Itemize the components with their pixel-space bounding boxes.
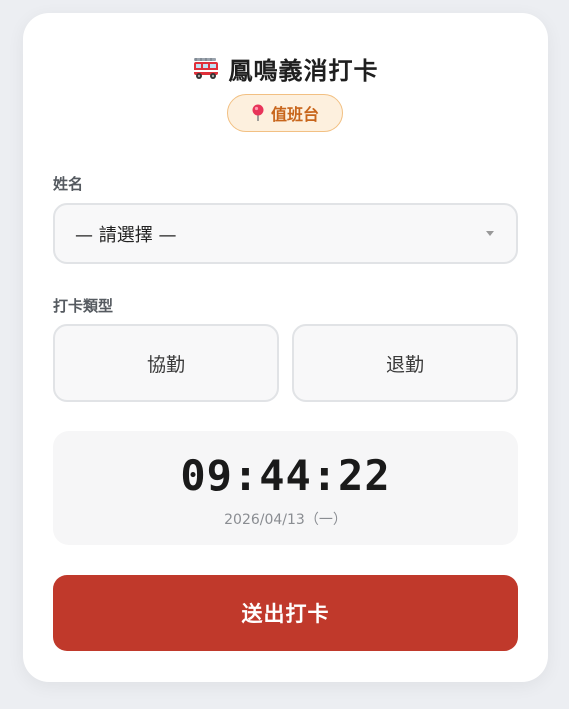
pin-icon — [251, 104, 265, 122]
role-badge: 值班台 — [227, 94, 343, 132]
clock-panel: 09:44:22 2026/04/13（一） — [53, 431, 518, 545]
chevron-down-icon — [486, 231, 494, 236]
name-select-value: — 請選擇 — — [75, 224, 177, 246]
badge-label: 值班台 — [270, 105, 319, 124]
name-field-label: 姓名 — [53, 175, 84, 193]
submit-punch-button[interactable]: 送出打卡 — [53, 575, 518, 651]
header: 鳳鳴義消打卡 — [23, 53, 548, 85]
punch-type-on-duty-button[interactable]: 協勤 — [53, 324, 279, 402]
punch-card: 鳳鳴義消打卡 值班台 姓名 — 請選擇 — 打卡類型 協勤 退勤 09:44:2… — [23, 13, 548, 682]
clock-time: 09:44:22 — [180, 451, 391, 500]
clock-date: 2026/04/13（一） — [224, 512, 347, 528]
punch-type-label: 打卡類型 — [53, 297, 114, 315]
page-title: 鳳鳴義消打卡 — [228, 56, 379, 85]
fire-truck-icon — [193, 56, 219, 80]
name-select[interactable]: — 請選擇 — — [53, 203, 518, 264]
punch-type-off-duty-button[interactable]: 退勤 — [292, 324, 518, 402]
